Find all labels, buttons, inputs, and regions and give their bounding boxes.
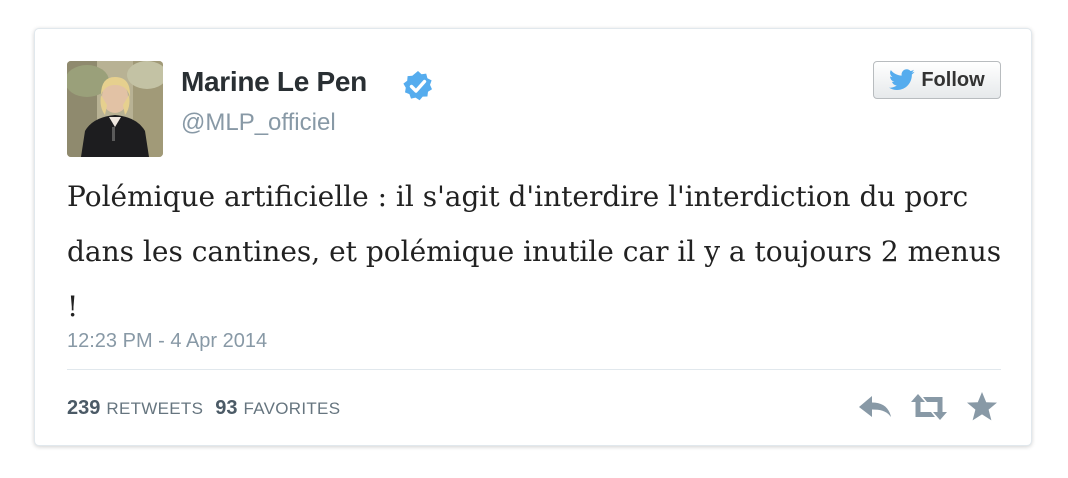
twitter-bird-icon — [889, 69, 915, 90]
author-name[interactable]: Marine Le Pen — [181, 65, 367, 99]
tweet-actions — [853, 390, 1003, 424]
retweets-label: RETWEETS — [106, 399, 204, 418]
favorites-label: FAVORITES — [243, 399, 341, 418]
retweets-stat[interactable]: 239 RETWEETS — [67, 397, 203, 420]
favorites-count: 93 — [215, 397, 238, 419]
verified-badge-icon — [403, 71, 432, 101]
author-handle[interactable]: @MLP_officiel — [181, 108, 336, 138]
favorites-stat[interactable]: 93 FAVORITES — [215, 397, 340, 420]
tweet-card: Marine Le Pen @MLP_officiel Follow Polém… — [34, 28, 1032, 446]
divider — [67, 369, 1001, 370]
tweet-stats: 239 RETWEETS 93 FAVORITES — [67, 397, 352, 420]
retweet-icon[interactable] — [909, 390, 949, 424]
reply-icon[interactable] — [857, 390, 893, 424]
avatar[interactable] — [67, 61, 163, 157]
favorite-icon[interactable] — [965, 390, 999, 424]
follow-button[interactable]: Follow — [873, 61, 1001, 99]
retweets-count: 239 — [67, 397, 101, 419]
tweet-text: Polémique artificielle : il s'agit d'int… — [67, 180, 1002, 323]
follow-button-label: Follow — [921, 68, 985, 91]
profile-photo — [67, 61, 163, 157]
tweet-timestamp[interactable]: 12:23 PM - 4 Apr 2014 — [67, 330, 267, 353]
